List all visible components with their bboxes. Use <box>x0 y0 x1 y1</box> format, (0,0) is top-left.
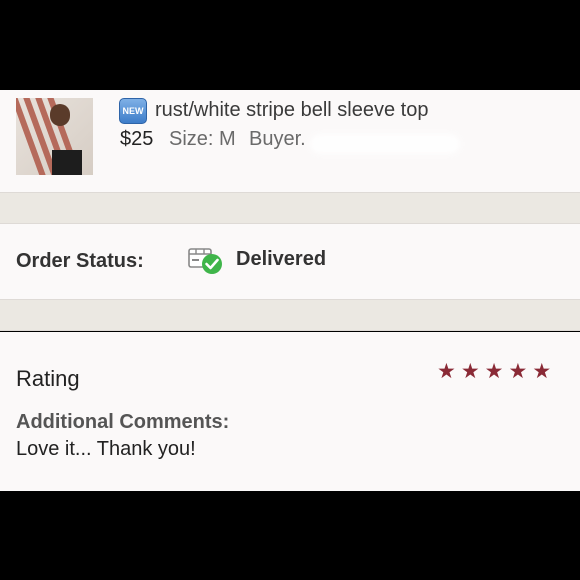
order-status-label: Order Status: <box>16 250 144 272</box>
product-size: Size: M <box>169 128 236 150</box>
comment-text: Love it... Thank you! <box>16 438 196 460</box>
star-icon: ★ <box>437 360 456 383</box>
buyer-name-redacted <box>310 134 460 154</box>
star-icon: ★ <box>484 360 504 383</box>
star-icon: ★ <box>532 360 552 383</box>
top-letterbox <box>0 0 580 90</box>
product-price: $25 <box>120 128 154 150</box>
buyer-label: Buyer. <box>249 128 306 150</box>
star-icon: ★ <box>508 360 528 383</box>
rating-stars: ★ ★ ★ ★ ★ <box>437 361 551 383</box>
section-divider <box>0 192 580 224</box>
delivered-box-icon <box>188 248 222 274</box>
order-status-value: Delivered <box>236 248 327 270</box>
product-title[interactable]: rust/white stripe bell sleeve top <box>155 99 428 122</box>
new-badge-icon: NEW <box>119 98 147 124</box>
rating-title: Rating <box>16 366 80 391</box>
star-icon: ★ <box>460 360 480 383</box>
section-divider <box>0 299 580 331</box>
product-thumbnail[interactable] <box>16 98 93 175</box>
bottom-letterbox <box>0 491 580 580</box>
comments-title: Additional Comments: <box>16 411 230 433</box>
